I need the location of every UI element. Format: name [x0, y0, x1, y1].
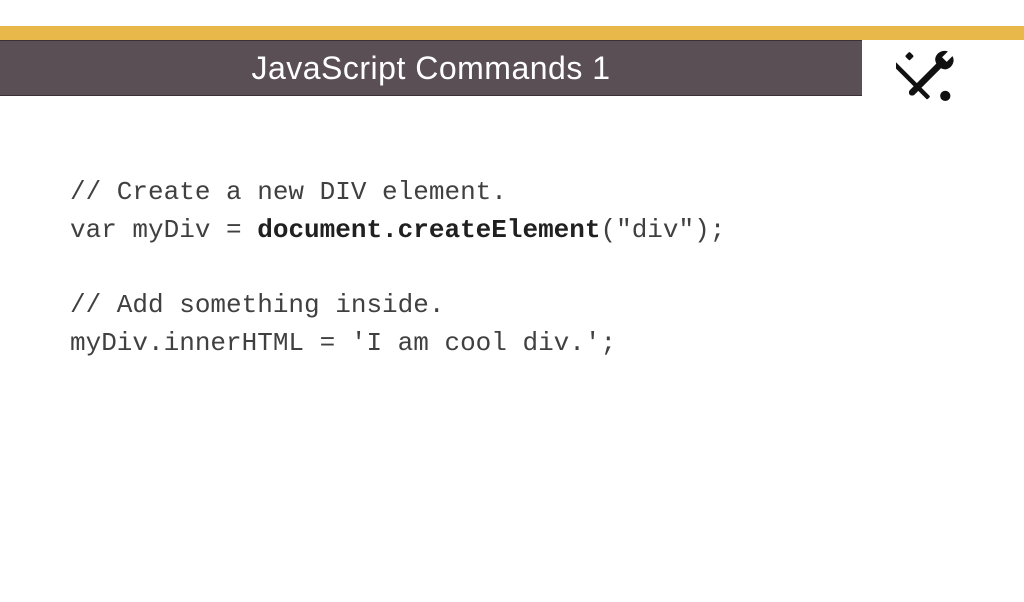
code-statement: var myDiv = document.createElement("div"…: [70, 212, 1024, 250]
code-emphasis: document.createElement: [257, 215, 600, 245]
code-comment: // Create a new DIV element.: [70, 174, 1024, 212]
header-bar: JavaScript Commands 1: [0, 40, 862, 96]
blank-line: [70, 249, 1024, 287]
accent-bar: [0, 26, 1024, 40]
code-statement: myDiv.innerHTML = 'I am cool div.';: [70, 325, 1024, 363]
tools-icon: [896, 44, 960, 108]
code-block: // Create a new DIV element. var myDiv =…: [70, 174, 1024, 362]
code-text: ("div");: [601, 215, 726, 245]
page-title: JavaScript Commands 1: [251, 50, 610, 87]
code-comment: // Add something inside.: [70, 287, 1024, 325]
code-text: var myDiv =: [70, 215, 257, 245]
